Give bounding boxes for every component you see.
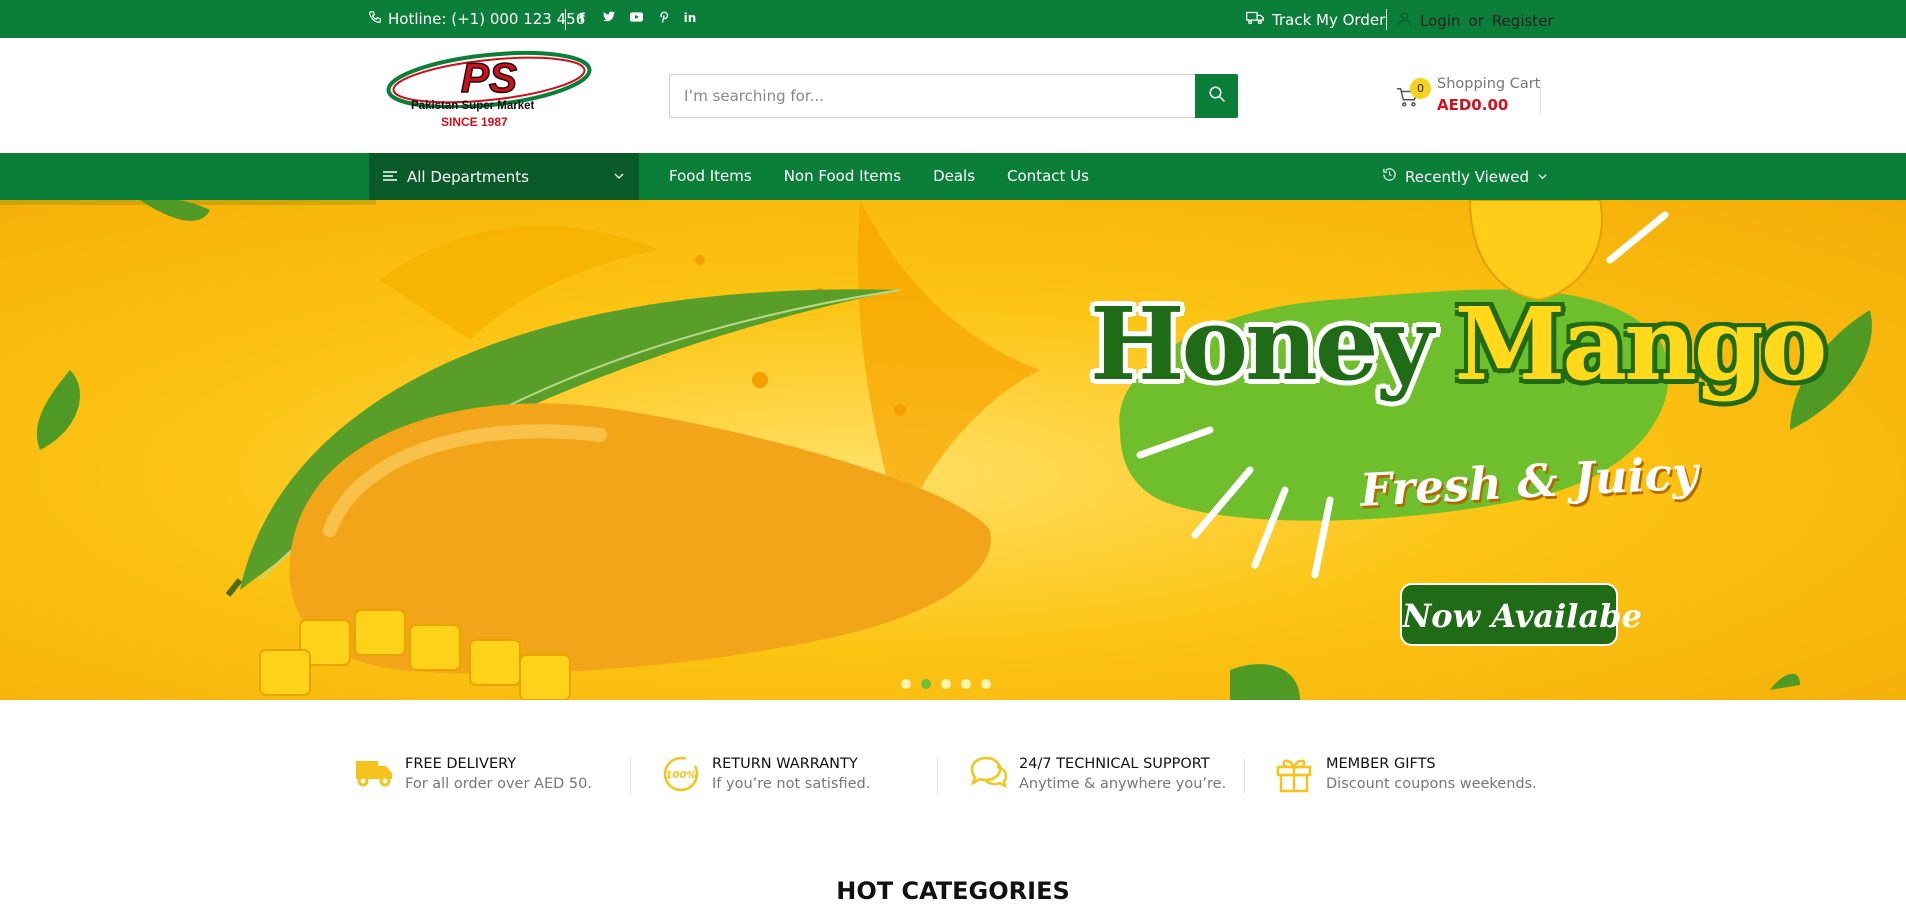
recently-viewed-label: Recently Viewed bbox=[1405, 167, 1529, 186]
nav-deals[interactable]: Deals bbox=[933, 167, 975, 185]
chevron-down-icon bbox=[613, 168, 625, 186]
divider bbox=[565, 9, 566, 30]
all-departments-label: All Departments bbox=[407, 167, 529, 186]
logo-since: SINCE 1987 bbox=[441, 115, 508, 129]
twitter-icon[interactable] bbox=[601, 11, 617, 25]
cart-count-badge: 0 bbox=[1410, 78, 1431, 99]
all-departments-menu[interactable]: All Departments bbox=[369, 153, 639, 200]
linkedin-icon[interactable]: in bbox=[682, 11, 698, 25]
hotline[interactable]: Hotline: (+1) 000 123 456 bbox=[368, 10, 585, 28]
slider-dot-active[interactable] bbox=[921, 679, 931, 689]
cart-label: Shopping Cart bbox=[1437, 76, 1541, 92]
feature-description: If you’re not satisfied. bbox=[712, 776, 871, 792]
search-box bbox=[669, 74, 1238, 118]
search-input[interactable] bbox=[670, 75, 1238, 117]
gift-icon bbox=[1276, 755, 1312, 797]
nav-contact-us[interactable]: Contact Us bbox=[1007, 167, 1089, 185]
hero-slider[interactable]: Honey Mango Fresh & Juicy Now Availabe bbox=[0, 200, 1906, 700]
feature-title: 24/7 TECHNICAL SUPPORT bbox=[1019, 756, 1210, 772]
nav-links: Food Items Non Food Items Deals Contact … bbox=[669, 167, 1089, 185]
hero-headline: Honey Mango bbox=[1090, 285, 1828, 403]
feature-description: Discount coupons weekends. bbox=[1326, 776, 1537, 792]
chat-bubbles-icon bbox=[969, 755, 1009, 793]
facebook-icon[interactable]: f bbox=[574, 11, 590, 25]
feature-title: FREE DELIVERY bbox=[405, 756, 517, 772]
feature-title: RETURN WARRANTY bbox=[712, 756, 858, 772]
divider bbox=[937, 758, 938, 794]
slider-dot[interactable] bbox=[981, 679, 991, 689]
site-logo[interactable]: PS Pakistan Super Market SINCE 1987 bbox=[385, 48, 593, 132]
feature-description: Anytime & anywhere you’re. bbox=[1019, 776, 1227, 792]
search-button[interactable] bbox=[1195, 74, 1238, 118]
section-title: HOT CATEGORIES bbox=[836, 877, 1070, 905]
logo-name: Pakistan Super Market bbox=[411, 100, 535, 112]
user-icon bbox=[1397, 11, 1412, 30]
logo-mark-icon: PS bbox=[386, 50, 592, 110]
youtube-icon[interactable] bbox=[628, 11, 644, 25]
pinterest-icon[interactable] bbox=[655, 10, 671, 26]
slider-dots bbox=[901, 679, 991, 689]
recently-viewed-menu[interactable]: Recently Viewed bbox=[1382, 167, 1548, 186]
divider bbox=[1386, 9, 1387, 30]
search-icon bbox=[1208, 85, 1226, 107]
account-links: Login or Register bbox=[1397, 11, 1554, 30]
now-available-badge[interactable]: Now Availabe bbox=[1400, 583, 1642, 646]
main-nav: All Departments Food Items Non Food Item… bbox=[0, 153, 1906, 200]
cart-total: AED0.00 bbox=[1437, 96, 1509, 114]
social-links: f in bbox=[574, 10, 698, 26]
slider-dot[interactable] bbox=[941, 679, 951, 689]
slider-dot[interactable] bbox=[901, 679, 911, 689]
slider-dot[interactable] bbox=[961, 679, 971, 689]
menu-lines-icon bbox=[383, 168, 397, 186]
history-icon bbox=[1382, 167, 1397, 186]
nav-non-food-items[interactable]: Non Food Items bbox=[784, 167, 901, 185]
svg-text:100%: 100% bbox=[666, 770, 697, 781]
divider bbox=[1244, 758, 1245, 794]
divider bbox=[630, 758, 631, 794]
or-text: or bbox=[1468, 11, 1484, 30]
track-order-link[interactable]: Track My Order bbox=[1246, 11, 1385, 29]
feature-description: For all order over AED 50. bbox=[405, 776, 592, 792]
track-order-label: Track My Order bbox=[1272, 11, 1386, 29]
register-link[interactable]: Register bbox=[1492, 12, 1554, 30]
nav-food-items[interactable]: Food Items bbox=[669, 167, 752, 185]
truck-icon bbox=[1246, 11, 1264, 29]
hero-title-honey: Honey bbox=[1090, 285, 1434, 403]
hero-title-mango: Mango bbox=[1454, 285, 1828, 403]
warranty-100-icon: 100% bbox=[662, 755, 700, 797]
shopping-cart[interactable]: 0 Shopping Cart AED0.00 bbox=[1394, 76, 1541, 120]
truck-icon bbox=[355, 755, 393, 791]
divider bbox=[1540, 80, 1541, 116]
top-bar: Hotline: (+1) 000 123 456 f in Track My … bbox=[0, 0, 1906, 38]
svg-text:PS: PS bbox=[461, 54, 517, 101]
feature-title: MEMBER GIFTS bbox=[1326, 756, 1436, 772]
login-link[interactable]: Login bbox=[1420, 12, 1460, 30]
hotline-text: Hotline: (+1) 000 123 456 bbox=[388, 10, 586, 28]
phone-icon bbox=[368, 10, 382, 28]
chevron-down-icon bbox=[1537, 168, 1548, 186]
